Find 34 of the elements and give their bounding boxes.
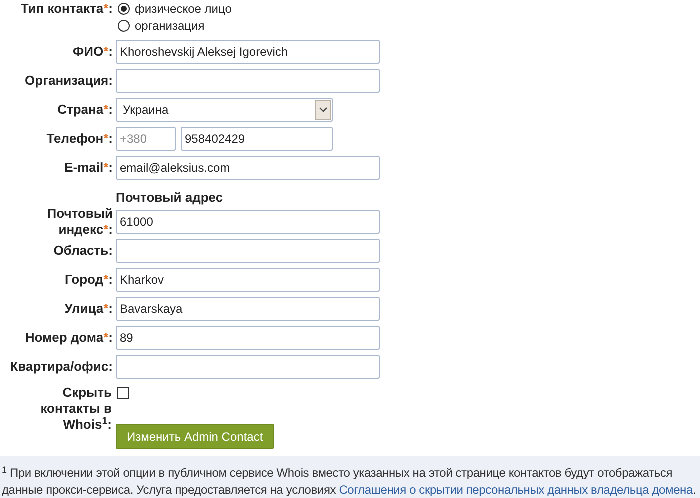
field-label: Организация: [24, 72, 113, 88]
field-label: Телефон*: [46, 130, 113, 146]
field-label: Номер дома*: [24, 330, 113, 346]
field-label: Улица*: [64, 300, 113, 316]
field-label: Город*: [64, 272, 113, 288]
footnote-text: $^{1}$ При включении этой опции в публичном сервисе Whois вместо указанных на этой странице контактов будут отображаться данные прокси-сервиса. Услуга предоставляется на условиях Соглашения о скрытии персональных данных владельца домена. [2, 465, 698, 498]
text-field[interactable]: Bavarskaya [116, 296, 380, 320]
phone-number-field[interactable]: 958402429 [181, 126, 333, 150]
text-field[interactable]: Khoroshevskij Aleksej Igorevich [116, 40, 380, 64]
section-heading: Почтовый адрес [116, 189, 224, 207]
text-field[interactable] [116, 68, 380, 92]
phone-code-field[interactable]: +380 [116, 126, 176, 150]
field-label: E-mail*: [64, 160, 113, 176]
text-field[interactable]: email@aleksius.com [116, 156, 380, 180]
field-label: Тип контакта*: [20, 1, 113, 17]
chevron-down-icon [315, 100, 331, 120]
text-field[interactable]: 61000 [116, 210, 380, 234]
field-label: Область: [52, 242, 113, 258]
text-field[interactable]: Kharkov [116, 268, 380, 292]
radio-option[interactable]: организация [118, 18, 232, 33]
field-label: Почтовый индекс*: [46, 206, 113, 238]
radio-button[interactable] [118, 2, 130, 14]
country-select[interactable]: Украина [116, 98, 333, 122]
checkbox[interactable] [117, 387, 129, 399]
radio-option[interactable]: физическое лицо [118, 1, 232, 16]
text-field[interactable] [116, 354, 380, 378]
field-label: Страна*: [56, 102, 113, 118]
field-label: ФИО*: [72, 44, 113, 60]
radio-button[interactable] [118, 20, 130, 32]
field-label: Квартира/офис: [9, 358, 113, 374]
text-field[interactable] [116, 238, 380, 262]
field-label: Скрыть контакты в Whois$^{1}$: [40, 385, 112, 433]
text-field[interactable]: 89 [116, 326, 380, 350]
agreement-link[interactable]: Соглашения о скрытии персональных данных владельца домена [339, 483, 693, 497]
